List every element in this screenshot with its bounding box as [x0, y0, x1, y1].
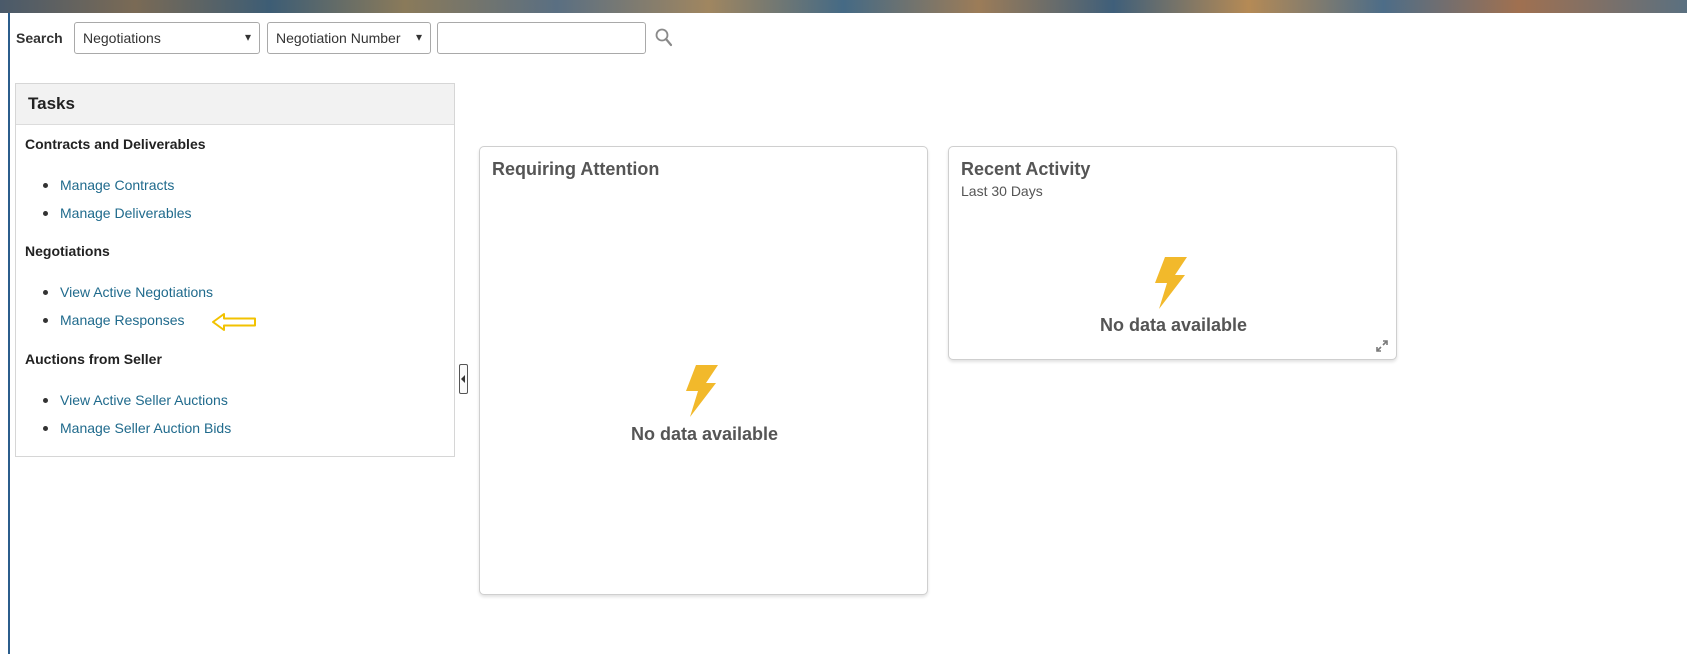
search-category-select[interactable]: Negotiations ▾ — [74, 22, 260, 54]
top-banner — [0, 0, 1687, 13]
chevron-down-icon: ▾ — [244, 30, 251, 44]
bullet — [43, 398, 48, 403]
bullet — [43, 318, 48, 323]
card-title: Requiring Attention — [492, 159, 660, 179]
chevron-down-icon: ▾ — [415, 30, 422, 44]
expand-icon[interactable] — [1375, 339, 1389, 353]
bullet — [43, 290, 48, 295]
arrow-left-annotation-icon — [212, 313, 256, 331]
search-category-value: Negotiations — [83, 30, 161, 46]
lightning-bolt-icon — [1155, 257, 1187, 309]
bullet — [43, 183, 48, 188]
left-edge-border — [0, 13, 10, 654]
tasks-header: Tasks — [16, 84, 454, 125]
search-icon[interactable] — [654, 27, 674, 49]
lightning-bolt-icon — [686, 365, 718, 417]
link-manage-seller-auction-bids[interactable]: Manage Seller Auction Bids — [60, 420, 231, 436]
bullet — [43, 426, 48, 431]
link-manage-responses[interactable]: Manage Responses — [60, 312, 185, 328]
card-subtitle: Last 30 Days — [961, 183, 1043, 199]
recent-activity-card: Recent Activity Last 30 Days No data ava… — [948, 146, 1397, 360]
no-data-message: No data available — [630, 424, 779, 444]
link-manage-contracts[interactable]: Manage Contracts — [60, 177, 174, 193]
link-view-active-negotiations[interactable]: View Active Negotiations — [60, 284, 213, 300]
tasks-panel: Tasks Contracts and Deliverables Manage … — [15, 83, 455, 457]
search-input[interactable] — [437, 22, 646, 54]
search-label: Search — [16, 30, 63, 46]
no-data-message: No data available — [1099, 315, 1248, 335]
section-title-auctions: Auctions from Seller — [25, 351, 162, 367]
section-title-negotiations: Negotiations — [25, 243, 110, 259]
card-title: Recent Activity — [961, 159, 1091, 179]
search-attribute-value: Negotiation Number — [276, 30, 401, 46]
link-view-active-seller-auctions[interactable]: View Active Seller Auctions — [60, 392, 228, 408]
bullet — [43, 211, 48, 216]
requiring-attention-card: Requiring Attention No data available — [479, 146, 928, 595]
search-attribute-select[interactable]: Negotiation Number ▾ — [267, 22, 431, 54]
section-title-contracts: Contracts and Deliverables — [25, 136, 206, 152]
link-manage-deliverables[interactable]: Manage Deliverables — [60, 205, 192, 221]
collapse-panel-icon[interactable] — [459, 364, 468, 394]
